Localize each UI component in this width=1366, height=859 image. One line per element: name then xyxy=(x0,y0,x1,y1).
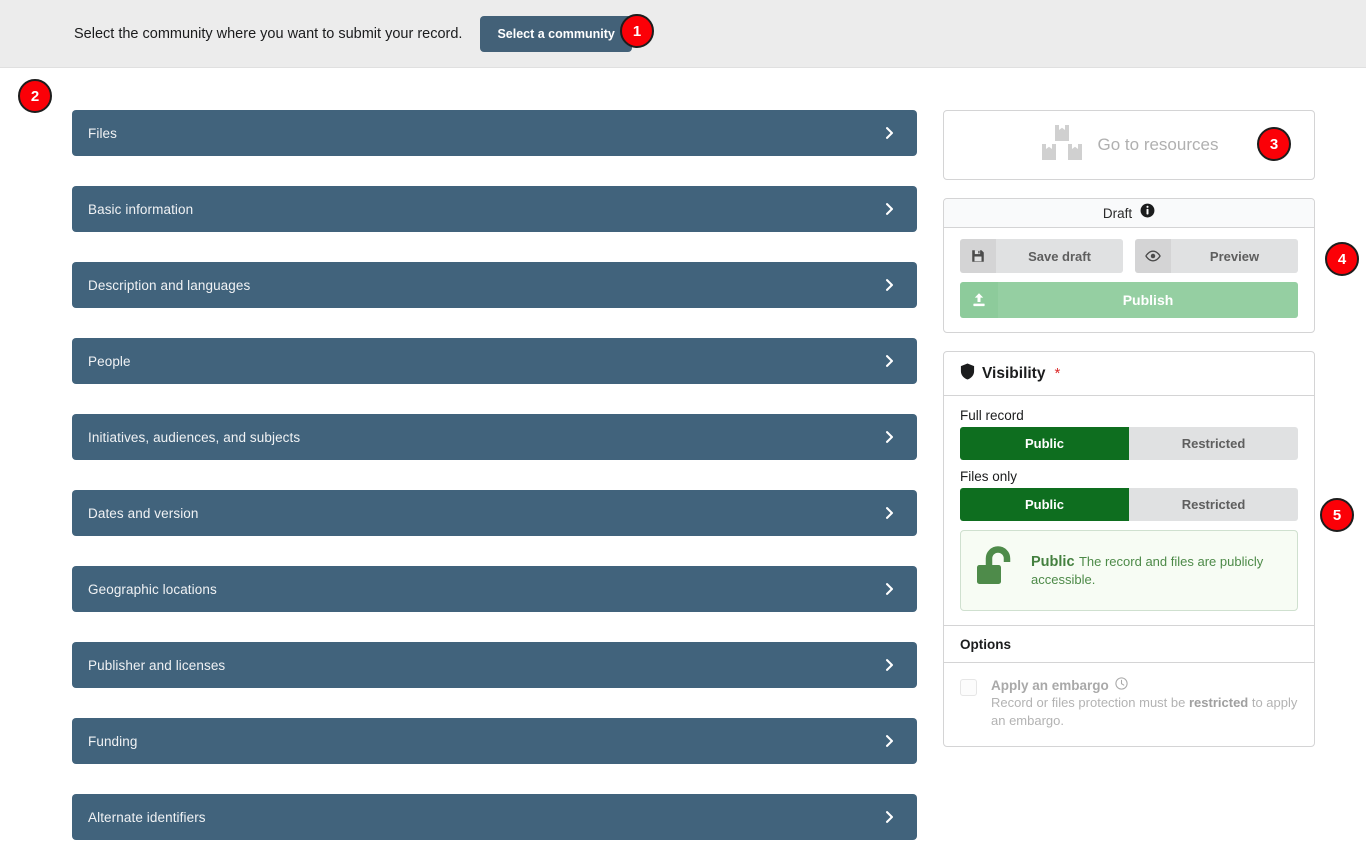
full-record-label: Full record xyxy=(960,408,1024,423)
upload-icon xyxy=(960,282,998,318)
accordion-header-alternate-identifiers[interactable]: Alternate identifiers xyxy=(72,794,917,840)
select-a-community-button[interactable]: Select a community xyxy=(480,16,632,52)
accordion-header-description-and-languages[interactable]: Description and languages xyxy=(72,262,917,308)
visibility-description-title: Public xyxy=(1031,553,1075,570)
required-marker: * xyxy=(1054,365,1061,382)
record-sidebar: Go to resources Draft Save draft Preview… xyxy=(943,110,1315,747)
visibility-body: Full record Public Restricted Files only… xyxy=(944,396,1314,625)
community-prompt-text: Select the community where you want to s… xyxy=(74,26,463,42)
apply-embargo-label-row: Apply an embargo xyxy=(991,677,1298,693)
accordion-header-publisher-and-licenses[interactable]: Publisher and licenses xyxy=(72,642,917,688)
visibility-title: Visibility xyxy=(982,364,1046,382)
chevron-right-icon xyxy=(883,203,896,216)
apply-embargo-label: Apply an embargo xyxy=(991,677,1109,693)
accordion-section-funding: Funding xyxy=(72,718,917,764)
unlock-icon xyxy=(971,545,1019,596)
visibility-description-box: Public The record and files are publicly… xyxy=(960,530,1298,611)
draft-actions-panel: Draft Save draft Preview Publish xyxy=(943,198,1315,333)
chevron-right-icon xyxy=(883,431,896,444)
full-record-public-button[interactable]: Public xyxy=(960,427,1129,460)
save-draft-label: Save draft xyxy=(996,239,1123,273)
annotation-badge-2: 2 xyxy=(18,79,52,113)
go-to-resources-label: Go to resources xyxy=(1097,135,1219,154)
draft-primary-actions-row: Save draft Preview xyxy=(960,239,1298,273)
accordion-label: Basic information xyxy=(88,201,194,217)
chevron-right-icon xyxy=(883,811,896,824)
accordion-header-people[interactable]: People xyxy=(72,338,917,384)
accordion-label: Publisher and licenses xyxy=(88,657,226,673)
community-selection-bar: Select the community where you want to s… xyxy=(0,0,1366,68)
accordion-label: People xyxy=(88,353,131,369)
files-only-label: Files only xyxy=(960,469,1018,484)
accordion-header-funding[interactable]: Funding xyxy=(72,718,917,764)
accordion-label: Alternate identifiers xyxy=(88,809,206,825)
visibility-panel: Visibility * Full record Public Restrict… xyxy=(943,351,1315,747)
chevron-right-icon xyxy=(883,507,896,520)
apply-embargo-checkbox[interactable] xyxy=(960,679,977,696)
accordion-header-basic-information[interactable]: Basic information xyxy=(72,186,917,232)
annotation-badge-5: 5 xyxy=(1320,498,1354,532)
options-header: Options xyxy=(944,625,1314,663)
preview-label: Preview xyxy=(1171,239,1298,273)
embargo-help-text: Record or files protection must be restr… xyxy=(991,695,1297,728)
accordion-header-files[interactable]: Files xyxy=(72,110,917,156)
accordion-section-description-and-languages: Description and languages xyxy=(72,262,917,308)
save-disk-icon xyxy=(960,239,996,273)
accordion-label: Funding xyxy=(88,733,138,749)
accordion-label: Description and languages xyxy=(88,277,251,293)
accordion-header-initiatives-audiences-subjects[interactable]: Initiatives, audiences, and subjects xyxy=(72,414,917,460)
chevron-right-icon xyxy=(883,735,896,748)
accordion-label: Files xyxy=(88,125,118,141)
accordion-section-files: Files xyxy=(72,110,917,156)
chevron-right-icon xyxy=(883,279,896,292)
embargo-option-row: Apply an embargo Record or files protect… xyxy=(944,663,1314,746)
chevron-right-icon xyxy=(883,583,896,596)
preview-button[interactable]: Preview xyxy=(1135,239,1298,273)
embargo-text-block: Apply an embargo Record or files protect… xyxy=(991,677,1298,730)
chevron-right-icon xyxy=(883,127,896,140)
draft-status-label: Draft xyxy=(1102,205,1133,221)
files-only-toggle-group: Public Restricted xyxy=(960,488,1298,521)
visibility-header: Visibility * xyxy=(944,352,1314,396)
embargo-help-bold: restricted xyxy=(1188,695,1249,710)
publish-button[interactable]: Publish xyxy=(960,282,1298,318)
full-record-toggle-group: Public Restricted xyxy=(960,427,1298,460)
accordion-section-initiatives-audiences-subjects: Initiatives, audiences, and subjects xyxy=(72,414,917,460)
visibility-description-text: Public The record and files are publicly… xyxy=(1031,553,1283,589)
eye-icon xyxy=(1135,239,1171,273)
chevron-right-icon xyxy=(883,659,896,672)
draft-actions-body: Save draft Preview Publish xyxy=(944,228,1314,332)
shield-icon xyxy=(960,363,975,385)
accordion-label: Dates and version xyxy=(88,505,199,521)
accordion-label: Geographic locations xyxy=(88,581,217,597)
accordion-section-people: People xyxy=(72,338,917,384)
full-record-restricted-button[interactable]: Restricted xyxy=(1129,427,1298,460)
accordion-section-dates-and-version: Dates and version xyxy=(72,490,917,536)
annotation-badge-1: 1 xyxy=(620,14,654,48)
accordion-header-dates-and-version[interactable]: Dates and version xyxy=(72,490,917,536)
accordion-section-alternate-identifiers: Alternate identifiers xyxy=(72,794,917,840)
accordion-label: Initiatives, audiences, and subjects xyxy=(88,429,301,445)
accordion-section-publisher-and-licenses: Publisher and licenses xyxy=(72,642,917,688)
publish-label: Publish xyxy=(998,282,1298,318)
record-form-sections: Files Basic information Description and … xyxy=(72,110,917,859)
chevron-right-icon xyxy=(883,355,896,368)
files-only-public-button[interactable]: Public xyxy=(960,488,1129,521)
accordion-section-geographic-locations: Geographic locations xyxy=(72,566,917,612)
accordion-header-geographic-locations[interactable]: Geographic locations xyxy=(72,566,917,612)
accordion-section-basic-information: Basic information xyxy=(72,186,917,232)
community-bar-content: Select the community where you want to s… xyxy=(74,0,632,68)
boxes-icon xyxy=(1040,123,1084,168)
annotation-badge-3: 3 xyxy=(1257,127,1291,161)
annotation-badge-4: 4 xyxy=(1325,242,1359,276)
save-draft-button[interactable]: Save draft xyxy=(960,239,1123,273)
embargo-help-prefix: Record or files protection must be xyxy=(991,695,1189,710)
draft-status-header: Draft xyxy=(944,199,1314,228)
info-circle-icon[interactable] xyxy=(1140,203,1155,223)
clock-icon xyxy=(1115,677,1128,693)
files-only-restricted-button[interactable]: Restricted xyxy=(1129,488,1298,521)
